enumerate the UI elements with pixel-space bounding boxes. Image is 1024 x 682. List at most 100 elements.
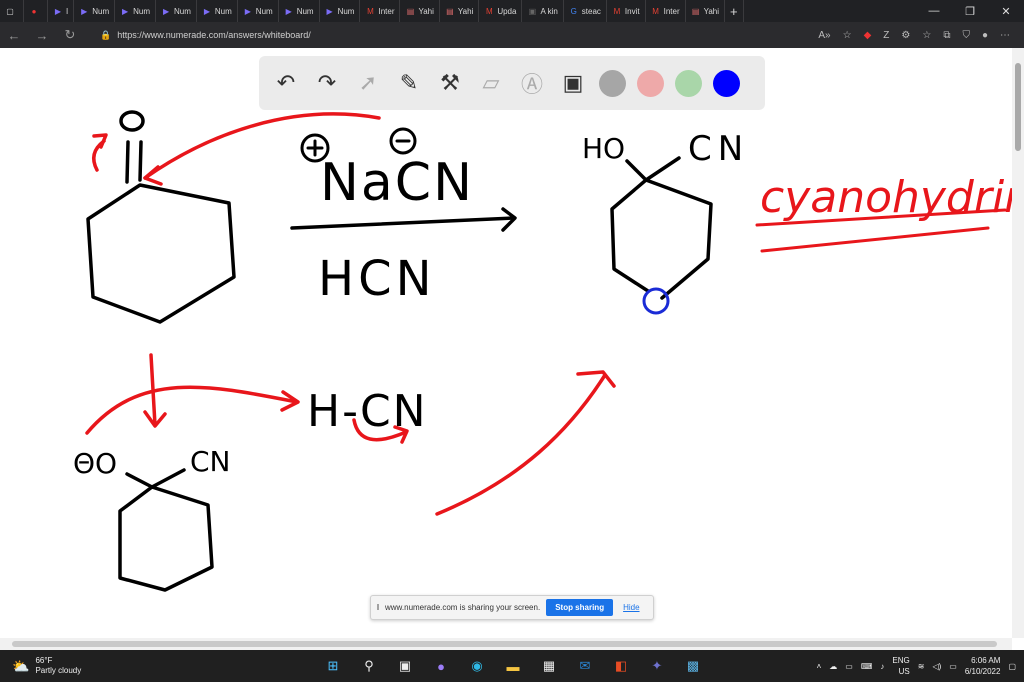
horizontal-scroll-thumb[interactable] xyxy=(12,641,997,647)
mail-icon[interactable]: ✉ xyxy=(575,656,595,676)
browser-tab[interactable]: M Inter xyxy=(360,0,401,22)
tools-icon[interactable]: ⚒ xyxy=(435,68,465,98)
profile-avatar[interactable]: ● xyxy=(982,30,988,41)
pen-icon[interactable]: ✎ xyxy=(394,68,424,98)
app-icon[interactable]: ▩ xyxy=(683,656,703,676)
horizontal-scrollbar[interactable] xyxy=(0,638,1012,650)
browser-tab[interactable]: M Inter xyxy=(646,0,686,22)
browser-tab[interactable]: Gsteac xyxy=(564,0,607,22)
language-indicator[interactable]: ENG US xyxy=(892,655,909,677)
share-icon[interactable]: ⛉ xyxy=(962,30,970,41)
stop-sharing-button[interactable]: Stop sharing xyxy=(546,599,614,616)
browser-tab[interactable]: M Invit xyxy=(607,0,646,22)
browser-tab[interactable]: M Upda xyxy=(479,0,523,22)
cloud-icon[interactable]: ☁ xyxy=(829,662,837,671)
text-icon[interactable]: Ⓐ xyxy=(517,68,547,98)
url-field[interactable]: 🔒 https://www.numerade.com/answers/white… xyxy=(100,25,760,45)
browser-tab[interactable]: ▶ Num xyxy=(197,0,238,22)
minimize-button[interactable]: — xyxy=(916,0,952,22)
close-window-button[interactable]: ✕ xyxy=(988,0,1024,22)
clock-time: 6:06 AM xyxy=(971,656,1001,665)
wifi-icon[interactable]: ≋ xyxy=(918,662,925,671)
browser-tab[interactable]: ▤ Yahi xyxy=(440,0,480,22)
tab-label: Num xyxy=(214,6,232,16)
favorite-icon[interactable]: ☆ xyxy=(843,30,852,41)
weather-condition: Partly cloudy xyxy=(35,666,82,675)
browser-tab[interactable]: ▶ Num xyxy=(115,0,157,22)
battery-icon[interactable]: ▭ xyxy=(949,662,957,671)
intermediate-cn-label: CN xyxy=(190,445,231,478)
browser-tab[interactable]: ▢ xyxy=(0,0,24,22)
teams-icon[interactable]: ✦ xyxy=(647,656,667,676)
notification-icon[interactable]: ▢ xyxy=(1008,662,1016,671)
browser-tab[interactable]: ▶ Num xyxy=(156,0,197,22)
hide-link[interactable]: Hide xyxy=(623,603,639,612)
edge-icon[interactable]: ◉ xyxy=(467,656,487,676)
address-bar-row: ← → ↻ 🔒 https://www.numerade.com/answers… xyxy=(0,22,1024,48)
refresh-icon[interactable]: ↻ xyxy=(56,27,84,43)
browser-tab[interactable]: ▶ Num xyxy=(238,0,279,22)
region-code: US xyxy=(898,667,910,676)
browser-tab[interactable]: ▶ Num xyxy=(74,0,116,22)
puzzle-icon[interactable]: ⚙ xyxy=(901,30,910,41)
browser-tab[interactable]: ● xyxy=(24,0,48,22)
extension-z-icon[interactable]: Z xyxy=(883,30,889,41)
search-icon[interactable]: ⚲ xyxy=(359,656,379,676)
taskbar-apps: ⊞ ⚲ ▣ ● ◉ ▬ ▦ ✉ ◧ ✦ ▩ xyxy=(323,650,703,682)
taskbar: ⛅ 66°F Partly cloudy ⊞ ⚲ ▣ ● ◉ ▬ ▦ ✉ ◧ ✦… xyxy=(0,650,1024,682)
numerade-icon: ▶ xyxy=(122,6,129,16)
read-aloud-icon[interactable]: A» xyxy=(818,30,830,41)
numerade-icon: ▶ xyxy=(203,6,210,16)
lock-icon: 🔒 xyxy=(100,29,112,40)
start-icon[interactable]: ⊞ xyxy=(323,656,343,676)
store-icon[interactable]: ▦ xyxy=(539,656,559,676)
back-icon[interactable]: ← xyxy=(0,28,28,43)
undo-icon[interactable]: ↶ xyxy=(271,68,301,98)
browser-tab[interactable]: ▤ Yahi xyxy=(686,0,726,22)
tab-label: Upda xyxy=(497,6,517,16)
maximize-button[interactable]: ❐ xyxy=(952,0,988,22)
browser-tab[interactable]: ▶ Num xyxy=(320,0,361,22)
tab-label: Inter xyxy=(663,6,680,16)
task-view-icon[interactable]: ▣ xyxy=(395,656,415,676)
weather-widget[interactable]: ⛅ 66°F Partly cloudy xyxy=(0,656,81,676)
keyboard-icon[interactable]: ⌨ xyxy=(861,662,873,671)
color-swatch-green[interactable] xyxy=(675,69,702,97)
tab-label: Num xyxy=(92,6,110,16)
color-swatch-gray[interactable] xyxy=(599,69,626,97)
intermediate-ring xyxy=(118,468,214,592)
volume-icon[interactable]: ◁) xyxy=(932,662,941,671)
tab-label: Num xyxy=(174,6,191,16)
collections-icon[interactable]: ⧉ xyxy=(943,30,950,41)
file-explorer-icon[interactable]: ▬ xyxy=(503,656,523,676)
language-code: ENG xyxy=(892,656,910,665)
image-icon[interactable]: ▣ xyxy=(558,68,588,98)
menu-icon[interactable]: ⋯ xyxy=(1000,30,1010,41)
color-swatch-pink[interactable] xyxy=(637,69,664,97)
whiteboard-canvas[interactable]: NaCN HCN HO CN cyanohydrin H-CN ΘO CN xyxy=(0,48,1024,638)
office-icon[interactable]: ◧ xyxy=(611,656,631,676)
redo-icon[interactable]: ↷ xyxy=(312,68,342,98)
gmail-icon: M xyxy=(367,6,374,16)
eraser-icon[interactable]: ▱ xyxy=(476,68,506,98)
browser-tab[interactable]: ▤ Yahi xyxy=(400,0,440,22)
browser-tab[interactable]: ▶ I xyxy=(48,0,75,22)
color-swatch-blue[interactable] xyxy=(713,69,740,97)
browser-tab[interactable]: ▶ Num xyxy=(279,0,320,22)
vertical-scroll-thumb[interactable] xyxy=(1015,63,1021,151)
numerade-icon: ▶ xyxy=(162,6,170,16)
forward-icon[interactable]: → xyxy=(28,28,56,43)
chat-icon[interactable]: ● xyxy=(431,656,451,676)
pointer-icon[interactable]: ➚ xyxy=(353,68,383,98)
mic-icon[interactable]: ♪ xyxy=(880,662,884,671)
favorites-bar-icon[interactable]: ☆ xyxy=(922,30,931,41)
display-icon[interactable]: ▭ xyxy=(845,662,853,671)
clock[interactable]: 6:06 AM 6/10/2022 xyxy=(965,655,1001,677)
extension-icon[interactable]: ◆ xyxy=(864,30,872,41)
new-tab-button[interactable]: + xyxy=(725,0,744,22)
drag-handle-icon[interactable]: ‖ xyxy=(371,603,385,612)
browser-tab[interactable]: ▣ A kin xyxy=(522,0,564,22)
chevron-up-icon[interactable]: ˄ xyxy=(817,662,822,671)
vertical-scrollbar[interactable] xyxy=(1012,48,1024,638)
partly-cloudy-icon: ⛅ xyxy=(12,658,30,674)
